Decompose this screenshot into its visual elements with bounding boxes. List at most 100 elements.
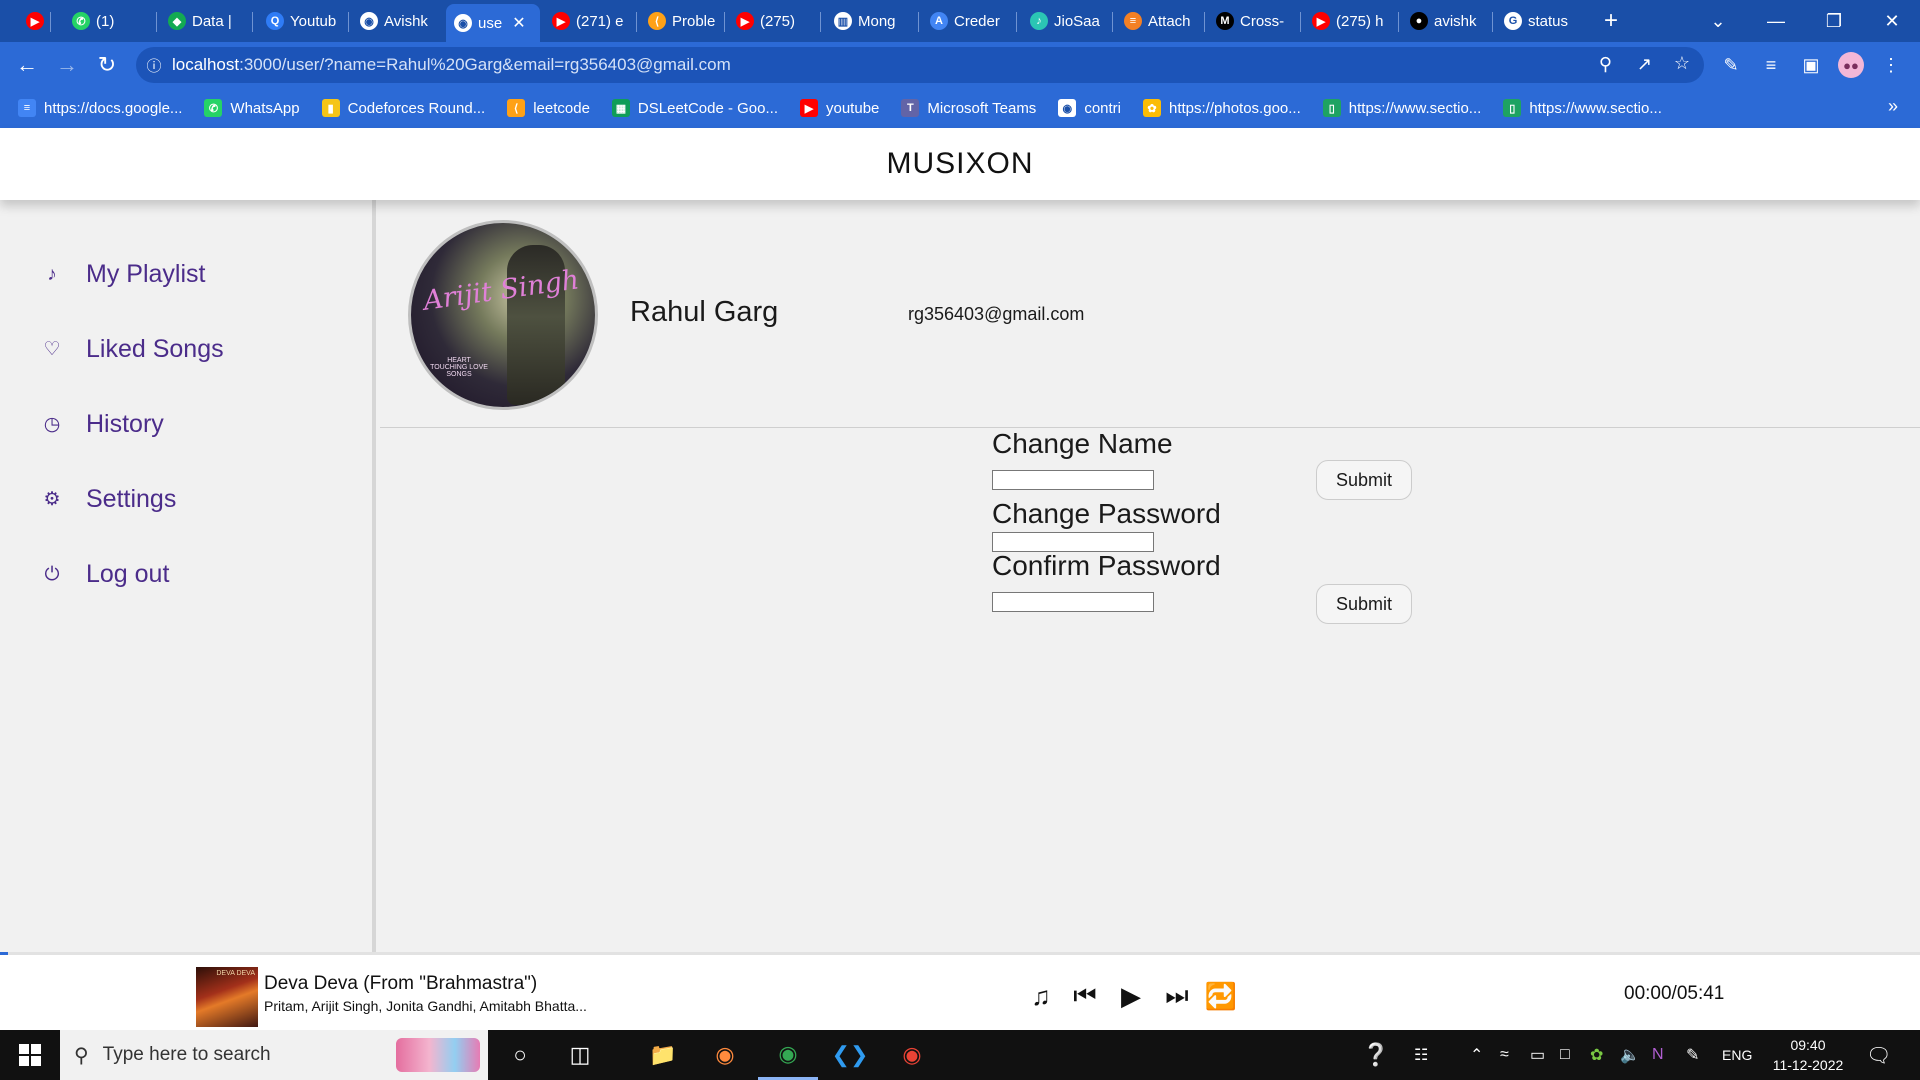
news-icon[interactable]: ☷ xyxy=(1414,1030,1428,1080)
cortana-icon[interactable]: ○ xyxy=(490,1030,550,1080)
sidebar-item-label: My Playlist xyxy=(86,260,206,288)
change-name-input[interactable] xyxy=(992,470,1154,490)
vscode-icon[interactable]: ❮❯ xyxy=(820,1030,880,1080)
bookmark-item[interactable]: T Microsoft Teams xyxy=(901,99,1036,117)
previous-track-icon[interactable]: ⏮ xyxy=(1068,979,1102,1013)
change-password-submit-button[interactable]: Submit xyxy=(1316,584,1412,624)
browser-tab[interactable]: ✆ (1) xyxy=(64,6,154,36)
next-track-icon[interactable]: ⏭ xyxy=(1160,979,1194,1013)
repeat-icon[interactable]: 🔁 xyxy=(1204,979,1238,1013)
bookmark-item[interactable]: ▯ https://www.sectio... xyxy=(1322,99,1481,117)
tab-separator xyxy=(50,12,51,32)
profile-avatar-icon[interactable]: ●● xyxy=(1838,52,1864,78)
browser-tab[interactable]: ▶ xyxy=(18,6,48,36)
youtube-icon: ▶ xyxy=(800,99,818,117)
play-icon[interactable]: ▶ xyxy=(1114,979,1148,1013)
bookmark-item[interactable]: ▮ Codeforces Round... xyxy=(321,99,485,117)
codeforces-icon: ▮ xyxy=(321,99,340,117)
volume-icon[interactable]: 🔈 xyxy=(1620,1030,1640,1080)
close-window-icon[interactable]: ✕ xyxy=(1864,0,1920,42)
bookmark-label: https://docs.google... xyxy=(44,99,183,117)
bookmark-item[interactable]: ⟨ leetcode xyxy=(507,99,590,117)
address-bar[interactable]: ⓘ localhost:3000/user/?name=Rahul%20Garg… xyxy=(136,47,1704,83)
sidebar-item-label: Log out xyxy=(86,560,170,588)
browser-tab[interactable]: ◉ use ✕ xyxy=(446,4,540,42)
browser-tab-label: Proble xyxy=(672,12,716,30)
bookmark-item[interactable]: ✆ WhatsApp xyxy=(204,99,300,117)
browser-tab[interactable]: Q Youtub xyxy=(258,6,346,36)
battery-icon[interactable]: ▭ xyxy=(1530,1030,1545,1080)
bookmark-item[interactable]: ✿ https://photos.goo... xyxy=(1143,99,1301,117)
browser-tab[interactable]: Gstatus xyxy=(1496,6,1584,36)
browser-tab[interactable]: ▶ (275) h xyxy=(1304,6,1396,36)
tray-app-icon[interactable]: ✿ xyxy=(1590,1030,1603,1080)
browser-toolbar: ← → ↻ ⓘ localhost:3000/user/?name=Rahul%… xyxy=(0,42,1920,88)
sidebar-item-label: Liked Songs xyxy=(86,335,224,363)
browser-tab[interactable]: ◉ Avishk xyxy=(352,6,440,36)
display-icon[interactable]: □ xyxy=(1560,1030,1570,1080)
wifi-icon[interactable]: ≈ xyxy=(1500,1030,1509,1080)
browser-tab[interactable]: ◆ Data | xyxy=(160,6,250,36)
media-control-icon[interactable]: ≡ xyxy=(1758,52,1784,78)
profile-section: Arijit Singh HEART TOUCHING LOVE SONGS R… xyxy=(380,200,1920,428)
minimize-icon[interactable]: — xyxy=(1748,0,1804,42)
change-name-submit-button[interactable]: Submit xyxy=(1316,460,1412,500)
notification-icon[interactable]: 🗨 xyxy=(1866,1030,1891,1080)
playback-progress-bar[interactable] xyxy=(0,952,8,955)
browser-tab[interactable]: ≡ Attach xyxy=(1116,6,1202,36)
bookmark-item[interactable]: ▯ https://www.sectio... xyxy=(1503,99,1662,117)
sidebar-item-log-out[interactable]: ⏻ Log out xyxy=(40,560,169,589)
onenote-icon[interactable]: N xyxy=(1652,1030,1664,1080)
bookmarks-overflow-button[interactable]: » xyxy=(1888,96,1898,117)
bookmark-item[interactable]: ▦ DSLeetCode - Goo... xyxy=(611,99,778,117)
restore-icon[interactable]: ❐ xyxy=(1806,0,1862,42)
tray-overflow-icon[interactable]: ⌃ xyxy=(1470,1030,1483,1080)
task-view-icon[interactable]: ◫ xyxy=(550,1030,610,1080)
bookmark-star-icon[interactable]: ☆ xyxy=(1674,53,1690,74)
file-explorer-icon[interactable]: 📁 xyxy=(633,1030,693,1080)
browser-tab[interactable]: ▶ (275) xyxy=(728,6,818,36)
pen-icon[interactable]: ✎ xyxy=(1686,1030,1699,1080)
close-tab-icon[interactable]: ✕ xyxy=(512,13,525,33)
sidebar-item-settings[interactable]: ⚙ Settings xyxy=(40,485,176,514)
zoom-icon[interactable]: ⚲ xyxy=(1599,54,1612,75)
help-icon[interactable]: ❔ xyxy=(1362,1030,1389,1080)
queue-icon[interactable]: ♫ xyxy=(1024,979,1058,1013)
back-button[interactable]: ← xyxy=(12,50,42,80)
tab-search-icon[interactable]: ⌄ xyxy=(1690,0,1746,42)
extensions-icon[interactable]: ✎ xyxy=(1718,52,1744,78)
reload-button[interactable]: ↻ xyxy=(92,50,122,80)
chrome-profile-icon[interactable]: ◉ xyxy=(882,1030,942,1080)
browser-tab[interactable]: ⟨ Proble xyxy=(640,6,722,36)
site-info-icon[interactable]: ⓘ xyxy=(136,55,172,76)
taskbar-clock[interactable]: 09:40 11-12-2022 xyxy=(1766,1035,1850,1075)
new-tab-button[interactable]: + xyxy=(1596,6,1626,36)
browser-tab[interactable]: M Cross- xyxy=(1208,6,1298,36)
browser-tab[interactable]: ● avishk xyxy=(1402,6,1490,36)
media-app-icon[interactable]: ◉ xyxy=(695,1030,755,1080)
bookmark-item[interactable]: ≡ https://docs.google... xyxy=(18,99,182,117)
browser-menu-icon[interactable]: ⋮ xyxy=(1878,52,1904,78)
bookmark-item[interactable]: ◉ contri xyxy=(1058,99,1121,117)
bookmark-item[interactable]: ▶ youtube xyxy=(800,99,879,117)
mongo-book-icon: ▥ xyxy=(834,12,852,30)
language-indicator[interactable]: ENG xyxy=(1722,1030,1752,1080)
share-icon[interactable]: ↗ xyxy=(1637,54,1652,75)
tab-separator xyxy=(1398,12,1399,32)
browser-tab[interactable]: ▶ (271) e xyxy=(544,6,634,36)
sidebar-item-history[interactable]: ◷ History xyxy=(40,410,164,439)
confirm-password-input[interactable] xyxy=(992,592,1154,612)
tab-separator xyxy=(1204,12,1205,32)
browser-tab[interactable]: A Creder xyxy=(922,6,1014,36)
side-panel-icon[interactable]: ▣ xyxy=(1798,52,1824,78)
taskbar-search-box[interactable]: ⚲ Type here to search xyxy=(60,1030,488,1080)
browser-tab[interactable]: ▥ Mong xyxy=(826,6,916,36)
sidebar-item-my-playlist[interactable]: ♪ My Playlist xyxy=(40,260,205,289)
sidebar-item-liked-songs[interactable]: ♡ Liked Songs xyxy=(40,335,224,364)
change-password-input[interactable] xyxy=(992,532,1154,552)
browser-tab[interactable]: ♪ JioSaa xyxy=(1022,6,1110,36)
sheets-icon: ▦ xyxy=(611,99,630,117)
windows-start-button[interactable] xyxy=(0,1030,60,1080)
forward-button[interactable]: → xyxy=(52,50,82,80)
chrome-taskbar-icon[interactable]: ◉ xyxy=(758,1030,818,1080)
